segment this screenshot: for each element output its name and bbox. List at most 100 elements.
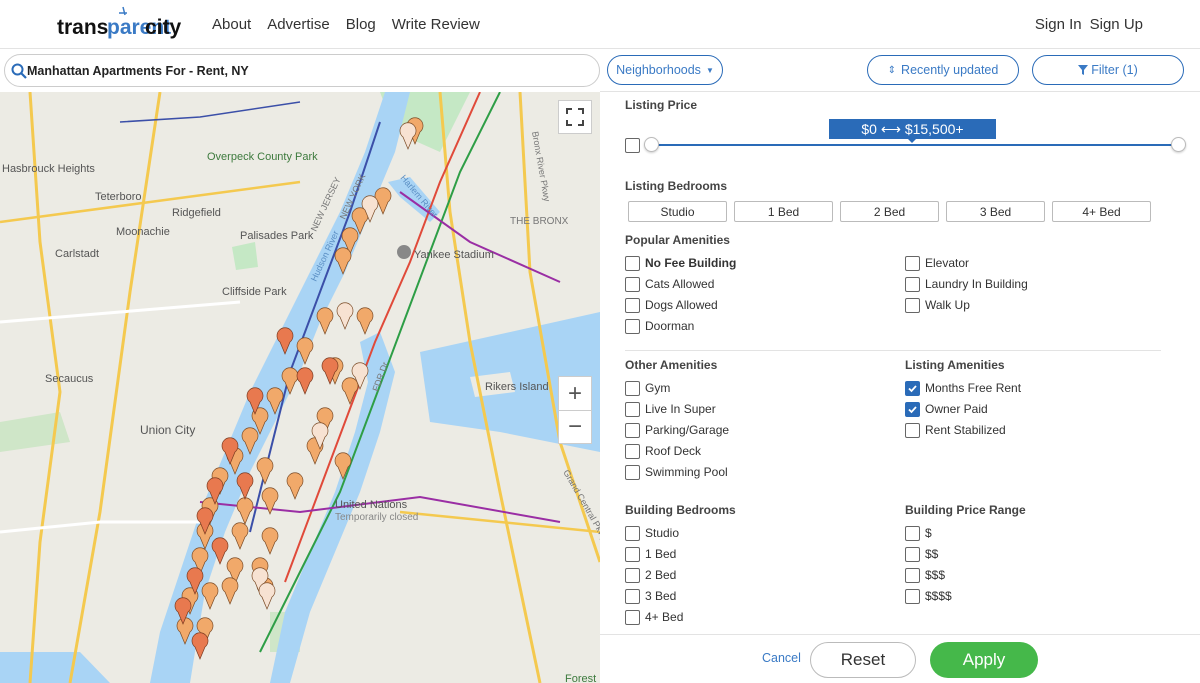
sign-up-link[interactable]: Sign Up <box>1090 16 1143 33</box>
checkbox-icon <box>625 588 640 604</box>
svg-text:Cliffside Park: Cliffside Park <box>222 286 287 298</box>
checkbox-icon <box>905 297 920 313</box>
fullscreen-icon <box>566 108 584 126</box>
filter-icon <box>1078 65 1089 75</box>
listing-amenity-owner-paid[interactable]: Owner Paid <box>905 401 988 417</box>
other-amenity-parking-garage[interactable]: Parking/Garage <box>625 422 729 438</box>
svg-text:Moonachie: Moonachie <box>116 226 170 238</box>
building-price-1[interactable]: $ <box>905 525 932 541</box>
price-checkbox[interactable] <box>625 137 645 153</box>
svg-text:Teterboro: Teterboro <box>95 191 141 203</box>
checkbox-label: 3 Bed <box>645 589 677 603</box>
building-price-3[interactable]: $$$ <box>905 567 945 583</box>
svg-text:United Nations: United Nations <box>335 499 408 511</box>
filter-footer: Cancel Reset Apply <box>600 634 1200 683</box>
checkbox-label: Laundry In Building <box>925 277 1028 291</box>
building-bed-studio[interactable]: Studio <box>625 525 679 541</box>
checkbox-icon <box>625 567 640 583</box>
search-value: Manhattan Apartments For - Rent, NY <box>27 64 249 78</box>
checkbox-label: Doorman <box>645 319 695 333</box>
checkbox-label: Studio <box>645 526 680 540</box>
checkbox-icon <box>625 609 640 625</box>
map-canvas[interactable]: Overpeck County Park Hasbrouck Heights T… <box>0 92 600 683</box>
fullscreen-button[interactable] <box>558 100 592 134</box>
transparentcity-logo[interactable]: trans parent city <box>57 3 182 43</box>
building-bed-3[interactable]: 3 Bed <box>625 588 676 604</box>
nav-write-review[interactable]: Write Review <box>392 16 480 33</box>
other-amenity-swimming-pool[interactable]: Swimming Pool <box>625 464 728 480</box>
map[interactable]: Overpeck County Park Hasbrouck Heights T… <box>0 92 600 683</box>
building-bed-1[interactable]: 1 Bed <box>625 546 676 562</box>
zoom-in-button[interactable]: + <box>558 376 592 410</box>
amenity-laundry-in-building[interactable]: Laundry In Building <box>905 276 1028 292</box>
sort-button[interactable]: ⇕ Recently updated <box>867 55 1019 85</box>
checkbox-icon <box>905 567 920 583</box>
checkbox-icon <box>905 255 920 271</box>
amenity-elevator[interactable]: Elevator <box>905 255 969 271</box>
zoom-out-button[interactable]: − <box>558 410 592 444</box>
sign-in-link[interactable]: Sign In <box>1035 16 1082 33</box>
amenity-no-fee-building[interactable]: No Fee Building <box>625 255 736 271</box>
building-bed-4plus[interactable]: 4+ Bed <box>625 609 683 625</box>
apply-button[interactable]: Apply <box>930 642 1038 678</box>
search-input[interactable]: Manhattan Apartments For - Rent, NY <box>4 54 600 87</box>
svg-text:Union City: Union City <box>140 423 195 437</box>
filter-panel: Listing Price $0 ⟷ $15,500+ Listing Bedr… <box>600 92 1200 634</box>
amenity-walk-up[interactable]: Walk Up <box>905 297 970 313</box>
listing-amenity-months-free-rent[interactable]: Months Free Rent <box>905 380 1021 396</box>
filter-button[interactable]: Filter (1) <box>1032 55 1184 85</box>
auth-links: Sign In Sign Up <box>1035 16 1143 33</box>
other-amenity-live-in-super[interactable]: Live In Super <box>625 401 716 417</box>
listing-bedrooms-title: Listing Bedrooms <box>625 179 728 193</box>
neighborhoods-dropdown[interactable]: Neighborhoods ▼ <box>607 55 723 85</box>
bed-option-studio[interactable]: Studio <box>628 201 727 222</box>
checkbox-icon <box>625 422 640 438</box>
checkbox-label: $$$ <box>925 568 946 582</box>
amenity-cats-allowed[interactable]: Cats Allowed <box>625 276 714 292</box>
checkbox-label: Cats Allowed <box>645 277 715 291</box>
cancel-button[interactable]: Cancel <box>762 651 801 665</box>
checkbox-label: 2 Bed <box>645 568 677 582</box>
bed-option-1[interactable]: 1 Bed <box>734 201 833 222</box>
bed-option-4plus[interactable]: 4+ Bed <box>1052 201 1151 222</box>
checkbox-icon <box>625 137 640 153</box>
checkbox-icon <box>625 464 640 480</box>
nav-advertise[interactable]: Advertise <box>267 16 330 33</box>
svg-text:Palisades Park: Palisades Park <box>240 230 314 242</box>
listing-amenity-rent-stabilized[interactable]: Rent Stabilized <box>905 422 1006 438</box>
building-bed-2[interactable]: 2 Bed <box>625 567 676 583</box>
svg-text:Temporarily closed: Temporarily closed <box>335 512 418 523</box>
bed-option-3[interactable]: 3 Bed <box>946 201 1045 222</box>
svg-text:Ridgefield: Ridgefield <box>172 207 221 219</box>
nav-about[interactable]: About <box>212 16 251 33</box>
building-price-2[interactable]: $$ <box>905 546 938 562</box>
section-divider <box>625 350 1161 351</box>
building-bedrooms-title: Building Bedrooms <box>625 503 736 517</box>
amenity-dogs-allowed[interactable]: Dogs Allowed <box>625 297 718 313</box>
checkbox-label: Rent Stabilized <box>925 423 1006 437</box>
checkbox-icon <box>625 297 640 313</box>
checkbox-label: Dogs Allowed <box>645 298 718 312</box>
price-slider-track[interactable] <box>651 144 1178 146</box>
building-price-4[interactable]: $$$$ <box>905 588 952 604</box>
svg-text:Overpeck County Park: Overpeck County Park <box>207 151 318 163</box>
price-slider-min-handle[interactable] <box>644 137 659 152</box>
price-slider-max-handle[interactable] <box>1171 137 1186 152</box>
price-range-tooltip: $0 ⟷ $15,500+ <box>829 119 996 139</box>
checkbox-icon <box>625 276 640 292</box>
checkbox-label: Elevator <box>925 256 970 270</box>
checkbox-icon <box>625 546 640 562</box>
minus-icon: − <box>567 413 582 440</box>
bed-option-2[interactable]: 2 Bed <box>840 201 939 222</box>
other-amenity-roof-deck[interactable]: Roof Deck <box>625 443 701 459</box>
svg-text:Hasbrouck Heights: Hasbrouck Heights <box>2 163 95 175</box>
main-nav: About Advertise Blog Write Review <box>212 16 480 33</box>
reset-button[interactable]: Reset <box>810 642 916 678</box>
checkbox-label: 1 Bed <box>645 547 677 561</box>
nav-blog[interactable]: Blog <box>346 16 376 33</box>
other-amenity-gym[interactable]: Gym <box>625 380 670 396</box>
amenity-doorman[interactable]: Doorman <box>625 318 694 334</box>
checkbox-icon <box>905 276 920 292</box>
checkbox-checked-icon <box>905 380 920 396</box>
svg-text:city: city <box>145 16 182 39</box>
